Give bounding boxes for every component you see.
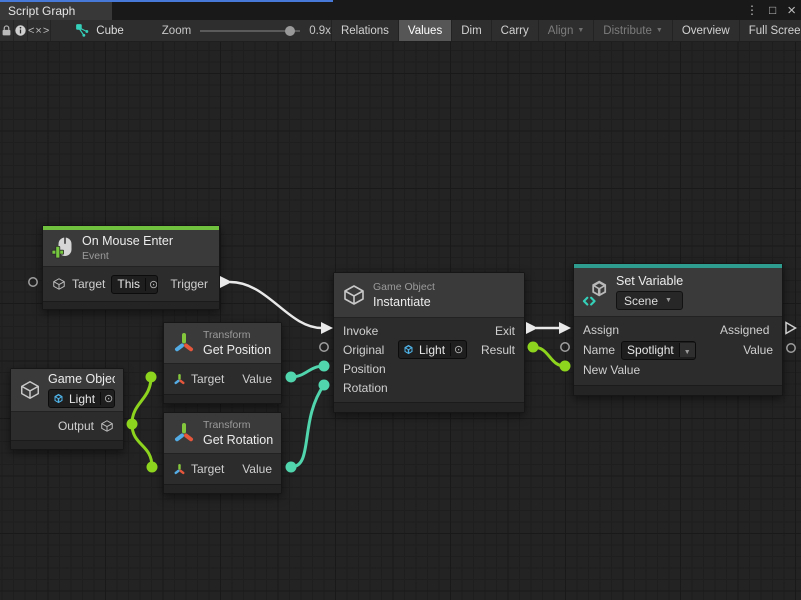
node-title: Instantiate	[373, 295, 435, 309]
node-title: On Mouse Enter	[82, 234, 173, 248]
tab-label: Script Graph	[8, 4, 75, 18]
node-category: Transform	[203, 419, 273, 431]
cube-icon	[342, 283, 366, 307]
object-field[interactable]: Light ⊙	[48, 389, 115, 408]
node-title: Set Variable	[616, 274, 683, 288]
carry-button[interactable]: Carry	[491, 20, 538, 41]
chevron-down-icon: ▼	[665, 297, 672, 304]
graph-icon	[75, 23, 90, 38]
full-screen-button[interactable]: Full Screen	[739, 20, 801, 41]
close-icon[interactable]: ×	[787, 3, 796, 18]
node-get-position[interactable]: Transform Get Position Target Value	[163, 322, 282, 404]
relations-button[interactable]: Relations	[331, 20, 398, 41]
assign-port-label: Assign	[583, 323, 619, 337]
dim-button[interactable]: Dim	[451, 20, 490, 41]
node-category: Game Object	[373, 281, 435, 293]
target-port-label: Target	[72, 277, 105, 291]
target-port-label: Target	[191, 372, 224, 386]
node-set-variable[interactable]: Set Variable Scene ▼ Assign Assigned Nam…	[573, 263, 783, 396]
rotation-port-label: Rotation	[343, 381, 388, 395]
chevron-down-icon[interactable]: ▼	[679, 343, 695, 357]
trigger-port-label: Trigger	[170, 277, 210, 291]
code-preview-button[interactable]: <×>	[28, 20, 51, 41]
value-port-label: Value	[743, 343, 773, 357]
position-port-label: Position	[343, 362, 386, 376]
lock-button[interactable]	[0, 20, 14, 41]
tab-script-graph[interactable]: Script Graph	[0, 2, 112, 20]
title-bar: Script Graph ⋮ □ ×	[0, 0, 801, 20]
target-object-field[interactable]: This ⊙	[111, 275, 158, 294]
set-variable-icon	[582, 279, 609, 306]
graph-name: Cube	[96, 25, 124, 37]
lock-icon	[0, 24, 13, 37]
node-title: Get Rotation	[203, 433, 273, 447]
variable-scope-dropdown[interactable]: Scene ▼	[616, 291, 683, 310]
distribute-dropdown[interactable]: Distribute ▼	[593, 20, 672, 41]
object-picker-icon[interactable]: ⊙	[450, 343, 466, 356]
transform-icon	[172, 331, 196, 355]
info-icon	[14, 24, 27, 37]
value-port-label: Value	[242, 462, 272, 476]
zoom-value: 0.9x	[309, 25, 331, 37]
code-icon: <×>	[28, 25, 50, 37]
cube-icon	[19, 379, 41, 401]
output-port-label: Output	[58, 419, 94, 433]
object-picker-icon[interactable]: ⊙	[100, 392, 115, 405]
graph-toolbar: <×> Cube Zoom 0.9x Relations Values Dim …	[0, 20, 801, 42]
node-category: Transform	[203, 329, 271, 341]
node-title: Game Object	[48, 372, 115, 386]
kebab-menu-icon[interactable]: ⋮	[746, 4, 758, 16]
assigned-port-label: Assigned	[720, 323, 773, 337]
cube-icon	[100, 419, 114, 433]
variable-name-dropdown[interactable]: Spotlight ▼	[621, 341, 696, 360]
transform-icon	[173, 463, 186, 476]
original-port-label: Original	[343, 343, 392, 357]
transform-icon	[172, 421, 196, 445]
unity-object-icon	[53, 393, 64, 404]
invoke-port-label: Invoke	[343, 324, 378, 338]
node-get-rotation[interactable]: Transform Get Rotation Target Value	[163, 412, 282, 494]
original-object-field[interactable]: Light ⊙	[398, 340, 467, 359]
result-port-label: Result	[481, 343, 515, 357]
zoom-label: Zoom	[162, 25, 191, 37]
value-port-label: Value	[242, 372, 272, 386]
maximize-icon[interactable]: □	[769, 4, 776, 16]
overview-button[interactable]: Overview	[672, 20, 739, 41]
values-button[interactable]: Values	[398, 20, 451, 41]
name-port-label: Name	[583, 343, 615, 357]
graph-breadcrumb[interactable]: Cube	[75, 20, 124, 41]
chevron-down-icon: ▼	[577, 27, 584, 34]
script-graph-window: Script Graph ⋮ □ × <×>	[0, 0, 801, 600]
new-value-port-label: New Value	[583, 363, 640, 377]
node-title: Get Position	[203, 343, 271, 357]
info-button[interactable]	[14, 20, 28, 41]
unity-object-icon	[403, 344, 414, 355]
object-picker-icon[interactable]: ⊙	[145, 278, 158, 291]
transform-icon	[173, 373, 186, 386]
zoom-control: Zoom 0.9x	[162, 20, 331, 41]
node-category: Event	[82, 250, 173, 262]
mouse-enter-icon	[51, 236, 75, 260]
node-instantiate[interactable]: Game Object Instantiate Invoke Exit Orig…	[333, 272, 525, 413]
cube-icon	[52, 277, 66, 291]
exit-port-label: Exit	[495, 324, 515, 338]
align-dropdown[interactable]: Align ▼	[538, 20, 594, 41]
node-on-mouse-enter[interactable]: On Mouse Enter Event Target This ⊙ Trigg…	[42, 225, 220, 310]
zoom-slider-handle[interactable]	[285, 26, 295, 36]
node-game-object-literal[interactable]: Game Object Light ⊙ Output	[10, 368, 124, 450]
chevron-down-icon: ▼	[656, 27, 663, 34]
target-port-label: Target	[191, 462, 224, 476]
zoom-slider[interactable]	[200, 30, 300, 32]
